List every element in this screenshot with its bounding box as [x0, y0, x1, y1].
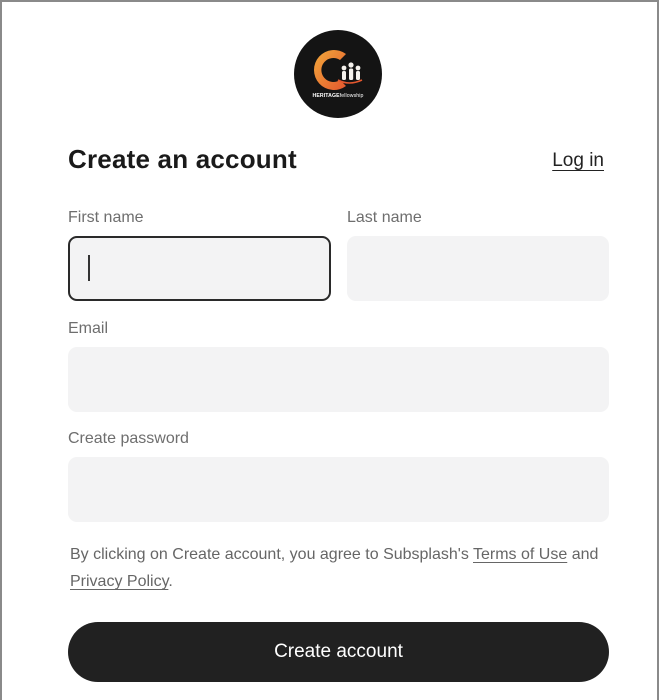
logo-wordmark: HERITAGEfellowship	[312, 93, 364, 99]
signup-card: HERITAGEfellowship Create an account Log…	[0, 0, 659, 700]
password-input[interactable]	[68, 457, 609, 522]
email-input[interactable]	[68, 347, 609, 412]
page-title: Create an account	[68, 144, 297, 174]
terms-suffix: .	[168, 573, 173, 590]
last-name-input[interactable]	[347, 236, 609, 301]
first-name-input[interactable]	[68, 236, 331, 301]
church-logo: HERITAGEfellowship	[294, 30, 382, 118]
login-link[interactable]: Log in	[552, 150, 604, 172]
terms-and: and	[571, 546, 599, 563]
terms-prefix: By clicking on Create account, you agree…	[70, 546, 469, 563]
terms-of-use-link[interactable]: Terms of Use	[473, 546, 567, 563]
logo-emblem-icon	[314, 50, 363, 90]
password-label: Create password	[68, 430, 189, 447]
last-name-label: Last name	[347, 209, 422, 226]
first-name-label: First name	[68, 209, 144, 226]
email-label: Email	[68, 320, 109, 337]
privacy-policy-link[interactable]: Privacy Policy	[70, 573, 168, 590]
create-account-button[interactable]: Create account	[68, 622, 609, 682]
text-caret	[88, 255, 90, 281]
terms-notice: By clicking on Create account, you agree…	[70, 541, 610, 595]
